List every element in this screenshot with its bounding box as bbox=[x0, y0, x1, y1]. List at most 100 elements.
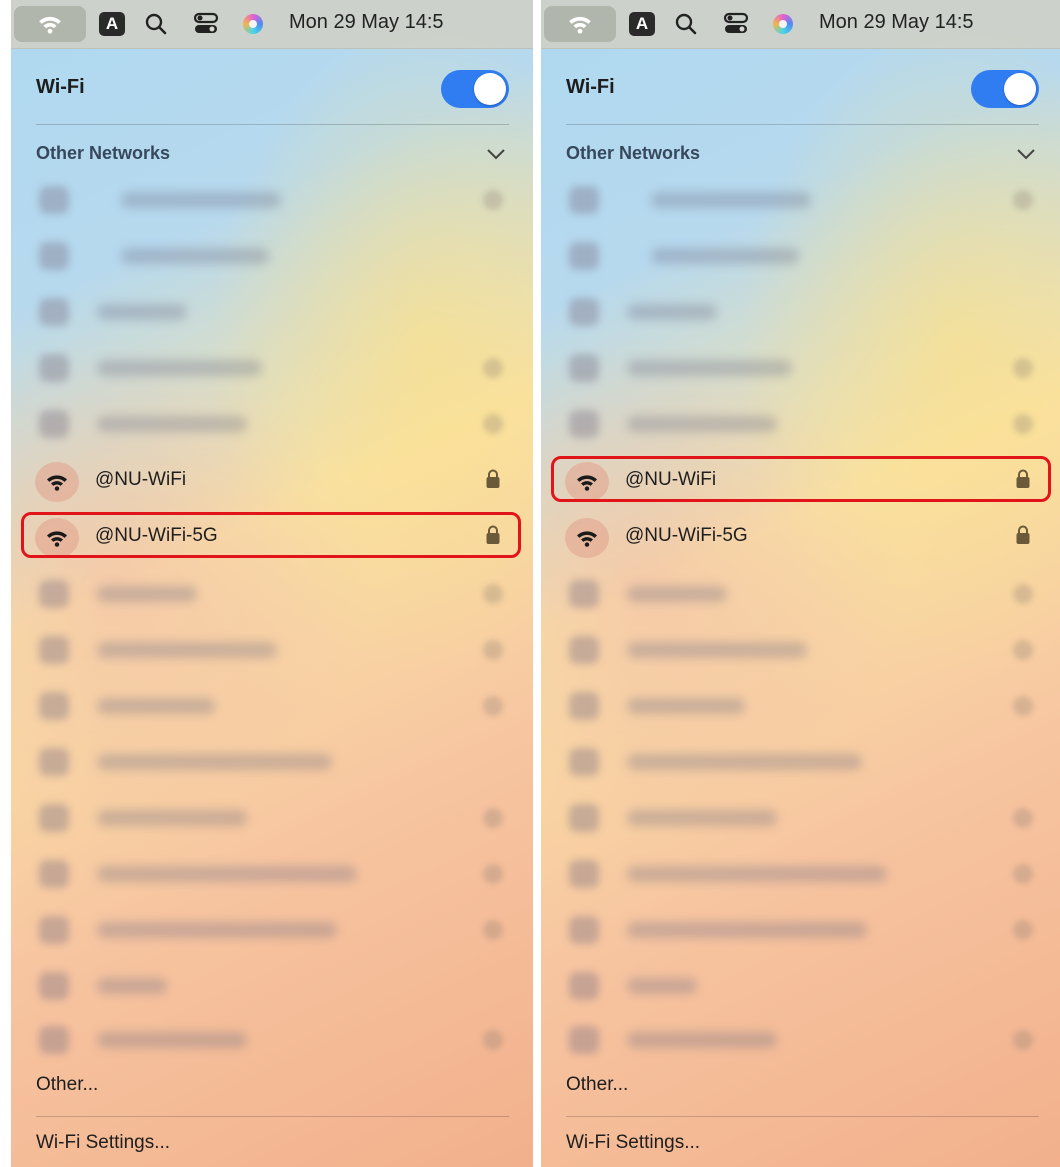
network-name-obscured bbox=[651, 248, 799, 264]
network-name-obscured bbox=[627, 978, 697, 994]
wifi-icon bbox=[39, 804, 69, 832]
network-row-obscured[interactable] bbox=[541, 348, 1060, 388]
network-name-obscured bbox=[121, 192, 281, 208]
network-row-nu-wifi[interactable]: @NU-WiFi bbox=[11, 460, 533, 504]
wifi-icon bbox=[39, 748, 69, 776]
chevron-down-icon[interactable] bbox=[485, 146, 507, 162]
network-row-obscured[interactable] bbox=[541, 1020, 1060, 1060]
other-networks-header[interactable]: Other Networks bbox=[36, 143, 170, 164]
input-source-icon[interactable]: A bbox=[99, 12, 125, 36]
network-row-obscured[interactable] bbox=[11, 1020, 533, 1060]
wifi-icon bbox=[569, 972, 599, 1000]
lock-icon bbox=[1013, 190, 1033, 210]
network-row-obscured[interactable] bbox=[541, 630, 1060, 670]
network-name-obscured bbox=[97, 866, 357, 882]
network-row-obscured[interactable] bbox=[541, 236, 1060, 276]
divider bbox=[566, 124, 1039, 125]
network-row-obscured[interactable] bbox=[541, 180, 1060, 220]
wifi-settings-item[interactable]: Wi-Fi Settings... bbox=[36, 1132, 170, 1154]
network-row-nu-wifi-5g[interactable]: @NU-WiFi-5G bbox=[541, 516, 1060, 560]
network-row-obscured[interactable] bbox=[541, 574, 1060, 614]
chevron-down-icon[interactable] bbox=[1015, 146, 1037, 162]
network-row-obscured[interactable] bbox=[11, 910, 533, 950]
wifi-icon bbox=[35, 462, 79, 502]
lock-icon bbox=[1013, 414, 1033, 434]
network-row-obscured[interactable] bbox=[541, 854, 1060, 894]
network-row-obscured[interactable] bbox=[11, 742, 533, 782]
network-name: @NU-WiFi bbox=[95, 469, 187, 490]
other-network-item[interactable]: Other... bbox=[566, 1074, 628, 1096]
siri-icon[interactable] bbox=[773, 14, 793, 34]
lock-icon bbox=[483, 808, 503, 828]
network-row-obscured[interactable] bbox=[11, 686, 533, 726]
network-name: @NU-WiFi-5G bbox=[625, 525, 748, 546]
network-row-obscured[interactable] bbox=[541, 910, 1060, 950]
wifi-icon bbox=[569, 916, 599, 944]
control-center-icon[interactable] bbox=[723, 10, 749, 38]
network-row-obscured[interactable] bbox=[541, 798, 1060, 838]
network-name-obscured bbox=[121, 248, 269, 264]
network-row-obscured[interactable] bbox=[11, 292, 533, 332]
other-networks-header[interactable]: Other Networks bbox=[566, 143, 700, 164]
network-row-obscured[interactable] bbox=[11, 966, 533, 1006]
wifi-toggle[interactable] bbox=[441, 70, 509, 108]
highlight-box-nu-wifi-5g bbox=[21, 512, 521, 558]
network-name-obscured bbox=[97, 698, 215, 714]
network-name-obscured bbox=[627, 304, 717, 320]
network-row-obscured[interactable] bbox=[541, 686, 1060, 726]
network-row-obscured[interactable] bbox=[11, 348, 533, 388]
lock-icon bbox=[483, 864, 503, 884]
wifi-status-icon[interactable] bbox=[544, 6, 616, 42]
network-name-obscured bbox=[627, 1032, 777, 1048]
siri-icon[interactable] bbox=[243, 14, 263, 34]
lock-icon bbox=[1013, 808, 1033, 828]
network-row-obscured[interactable] bbox=[541, 966, 1060, 1006]
divider bbox=[36, 1116, 509, 1117]
lock-icon bbox=[483, 190, 503, 210]
network-row-obscured[interactable] bbox=[541, 742, 1060, 782]
network-name-obscured bbox=[627, 698, 745, 714]
wifi-icon bbox=[569, 410, 599, 438]
menubar-clock[interactable]: Mon 29 May 14:5 bbox=[819, 11, 974, 34]
wifi-icon bbox=[569, 1026, 599, 1054]
wifi-icon bbox=[39, 354, 69, 382]
network-row-obscured[interactable] bbox=[11, 236, 533, 276]
network-name-obscured bbox=[97, 754, 332, 770]
wifi-icon bbox=[569, 186, 599, 214]
other-network-item[interactable]: Other... bbox=[36, 1074, 98, 1096]
lock-icon bbox=[1013, 358, 1033, 378]
lock-icon bbox=[483, 584, 503, 604]
toggle-knob bbox=[1004, 73, 1036, 105]
network-row-obscured[interactable] bbox=[11, 574, 533, 614]
wifi-icon bbox=[39, 636, 69, 664]
network-name-obscured bbox=[97, 304, 187, 320]
network-name-obscured bbox=[627, 754, 862, 770]
network-row-obscured[interactable] bbox=[541, 292, 1060, 332]
lock-icon bbox=[1013, 1030, 1033, 1050]
network-name-obscured bbox=[627, 642, 807, 658]
wifi-icon bbox=[39, 186, 69, 214]
wifi-menu-panel-left: A Mon 29 May 14:5 Wi-Fi Other Networks @… bbox=[11, 0, 533, 1167]
wifi-settings-item[interactable]: Wi-Fi Settings... bbox=[566, 1132, 700, 1154]
wifi-icon bbox=[39, 860, 69, 888]
search-icon[interactable] bbox=[143, 10, 169, 38]
wifi-toggle[interactable] bbox=[971, 70, 1039, 108]
search-icon[interactable] bbox=[673, 10, 699, 38]
network-row-obscured[interactable] bbox=[11, 630, 533, 670]
highlight-box-nu-wifi bbox=[551, 456, 1051, 502]
network-row-obscured[interactable] bbox=[541, 404, 1060, 444]
network-row-obscured[interactable] bbox=[11, 404, 533, 444]
lock-icon bbox=[1013, 640, 1033, 660]
network-row-obscured[interactable] bbox=[11, 798, 533, 838]
wifi-icon bbox=[569, 580, 599, 608]
wifi-status-icon[interactable] bbox=[14, 6, 86, 42]
input-source-icon[interactable]: A bbox=[629, 12, 655, 36]
control-center-icon[interactable] bbox=[193, 10, 219, 38]
network-row-obscured[interactable] bbox=[11, 854, 533, 894]
network-name-obscured bbox=[651, 192, 811, 208]
network-row-obscured[interactable] bbox=[11, 180, 533, 220]
network-name-obscured bbox=[627, 360, 792, 376]
menubar-clock[interactable]: Mon 29 May 14:5 bbox=[289, 11, 444, 34]
wifi-icon bbox=[569, 804, 599, 832]
network-name-obscured bbox=[627, 586, 727, 602]
